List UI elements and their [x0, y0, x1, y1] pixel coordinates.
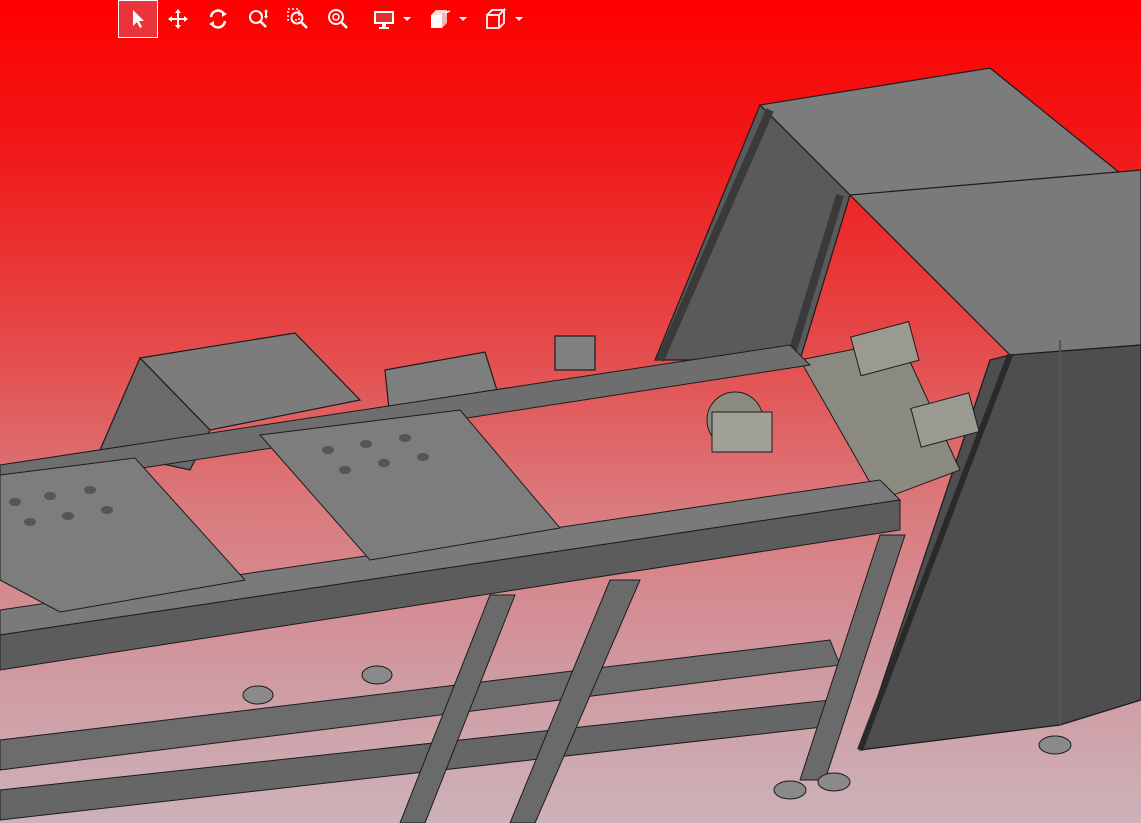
plate-hole — [24, 518, 36, 526]
plate-hole — [417, 453, 429, 461]
monitor-icon — [374, 11, 394, 29]
zoom-tool-button[interactable] — [238, 0, 278, 38]
standard-views-arrow[interactable] — [512, 0, 526, 38]
bearing-block — [711, 411, 773, 453]
zoom-fit-button[interactable] — [318, 0, 358, 38]
chevron-down-icon — [515, 17, 523, 21]
zoom-updown-icon — [249, 9, 268, 28]
section-view-dropdown[interactable] — [424, 0, 470, 38]
display-mode-dropdown[interactable] — [368, 0, 414, 38]
plate-hole — [322, 446, 334, 454]
plate-hole — [399, 434, 411, 442]
standard-views-button[interactable] — [480, 0, 512, 38]
rotate-icon — [209, 9, 227, 29]
display-mode-arrow[interactable] — [400, 0, 414, 38]
plate-hole — [84, 486, 96, 494]
move-arrows-icon — [168, 9, 188, 29]
plate-hole — [9, 498, 21, 506]
section-view-button[interactable] — [424, 0, 456, 38]
rotate-tool-button[interactable] — [198, 0, 238, 38]
chevron-down-icon — [459, 17, 467, 21]
zoom-window-icon — [287, 8, 308, 29]
plate-hole — [44, 492, 56, 500]
display-mode-button[interactable] — [368, 0, 400, 38]
pan-tool-button[interactable] — [158, 0, 198, 38]
plate-hole — [101, 506, 113, 514]
leveling-foot — [361, 665, 393, 685]
section-view-arrow[interactable] — [456, 0, 470, 38]
junction-box — [554, 335, 596, 371]
leveling-foot — [1038, 735, 1072, 755]
select-tool-button[interactable] — [118, 0, 158, 38]
cube-icon — [486, 7, 507, 29]
cursor-arrow-icon — [133, 10, 144, 28]
zoom-fit-icon — [328, 9, 348, 29]
section-box-icon — [431, 10, 451, 28]
zoom-window-button[interactable] — [278, 0, 318, 38]
chevron-down-icon — [403, 17, 411, 21]
plate-hole — [339, 466, 351, 474]
plate-hole — [360, 440, 372, 448]
cad-model-view[interactable] — [0, 0, 1141, 823]
leveling-foot — [242, 685, 274, 705]
leveling-foot — [817, 772, 851, 792]
leveling-foot — [773, 780, 807, 800]
plate-hole — [378, 459, 390, 467]
standard-views-dropdown[interactable] — [480, 0, 526, 38]
plate-hole — [62, 512, 74, 520]
3d-viewport[interactable] — [0, 0, 1141, 823]
view-toolbar — [118, 0, 526, 38]
